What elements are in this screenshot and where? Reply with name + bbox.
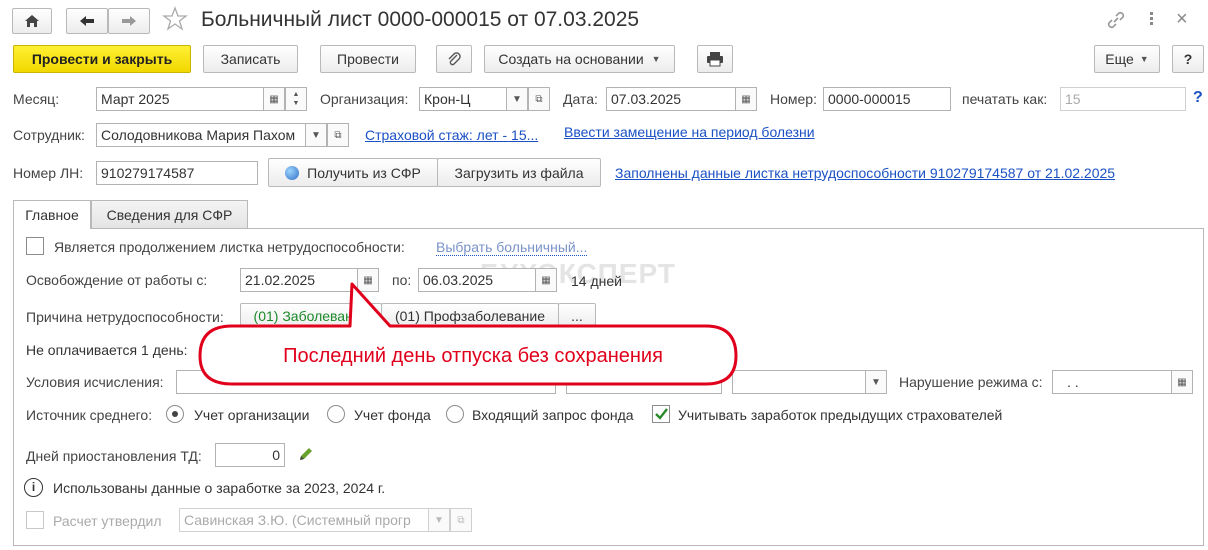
prev-insurers-label: Учитывать заработок предыдущих страховат…	[678, 407, 1003, 423]
checkmark-icon	[655, 408, 668, 420]
arrow-left-icon	[80, 16, 94, 26]
source-request-radio[interactable]	[446, 405, 464, 423]
pencil-icon[interactable]	[297, 445, 315, 466]
organization-dropdown-icon[interactable]: ▼	[506, 87, 528, 111]
source-fund-label: Учет фонда	[354, 407, 431, 423]
more-button[interactable]: Еще ▼	[1094, 45, 1160, 73]
print-as-label: печатать как:	[962, 91, 1048, 107]
calendar-icon[interactable]: ▦	[735, 87, 757, 111]
filled-data-link[interactable]: Заполнены данные листка нетрудоспособнос…	[615, 165, 1115, 181]
tab-sfr-info[interactable]: Сведения для СФР	[91, 200, 248, 228]
window-menu-icon[interactable]	[1148, 10, 1154, 30]
info-icon: i	[24, 478, 43, 497]
link-icon[interactable]	[1106, 10, 1126, 33]
conditions-label: Условия исчисления:	[26, 374, 164, 390]
employee-open-icon[interactable]: ⧉	[327, 123, 349, 147]
forward-button[interactable]	[108, 8, 150, 34]
more-label: Еще	[1105, 51, 1134, 67]
suspend-days-label: Дней приостановления ТД:	[26, 448, 202, 464]
save-button[interactable]: Записать	[203, 45, 298, 73]
help-button[interactable]: ?	[1172, 45, 1204, 73]
date-field[interactable]: 07.03.2025	[606, 87, 736, 111]
sick-leave-number-label: Номер ЛН:	[13, 165, 84, 181]
approved-dropdown-icon: ▼	[428, 508, 450, 532]
date-label: Дата:	[563, 91, 598, 107]
enter-replacement-link[interactable]: Ввести замещение на период болезни	[564, 124, 815, 140]
tab-main[interactable]: Главное	[13, 200, 91, 229]
create-based-on-button[interactable]: Создать на основании ▼	[484, 45, 675, 73]
window-title: Больничный лист 0000-000015 от 07.03.202…	[201, 8, 640, 31]
violation-label: Нарушение режима с:	[899, 374, 1043, 390]
prev-insurers-checkbox[interactable]	[652, 405, 670, 423]
home-icon	[25, 15, 39, 27]
post-and-close-button[interactable]: Провести и закрыть	[13, 45, 191, 73]
print-as-field: 15	[1060, 87, 1186, 111]
source-org-label: Учет организации	[194, 407, 310, 423]
source-request-label: Входящий запрос фонда	[472, 407, 634, 423]
callout-bubble	[198, 282, 738, 386]
close-icon[interactable]: ×	[1176, 8, 1188, 31]
favorite-star-icon[interactable]	[162, 6, 188, 35]
source-fund-radio[interactable]	[327, 405, 345, 423]
calendar-icon[interactable]: ▦	[1171, 370, 1193, 394]
month-field[interactable]: Март 2025	[96, 87, 264, 111]
organization-label: Организация:	[320, 91, 409, 107]
continuation-checkbox[interactable]	[26, 237, 44, 255]
callout-text: Последний день отпуска без сохранения	[283, 345, 663, 367]
print-button[interactable]	[697, 45, 733, 73]
printer-icon	[707, 52, 723, 67]
organization-open-icon[interactable]: ⧉	[528, 87, 550, 111]
conditions-dropdown-icon[interactable]: ▼	[865, 370, 887, 394]
help-question-icon[interactable]: ?	[1193, 89, 1203, 107]
load-from-file-button[interactable]: Загрузить из файла	[437, 158, 601, 187]
paperclip-icon	[448, 52, 461, 66]
arrow-right-icon	[122, 16, 136, 26]
number-field[interactable]: 0000-000015	[823, 87, 951, 111]
approved-by-field: Савинская З.Ю. (Системный прогр	[179, 508, 429, 532]
employee-field[interactable]: Солодовникова Мария Пахом	[96, 123, 306, 147]
create-based-on-label: Создать на основании	[498, 51, 644, 67]
month-stepper[interactable]: ▲ ▼	[285, 87, 307, 111]
month-label: Месяц:	[13, 91, 60, 107]
chevron-down-icon: ▼	[1139, 54, 1149, 64]
approved-open-icon: ⧉	[450, 508, 472, 532]
organization-field[interactable]: Крон-Ц	[419, 87, 507, 111]
sick-leave-number-field[interactable]: 910279174587	[96, 161, 258, 185]
approved-checkbox	[26, 511, 44, 529]
number-label: Номер:	[770, 91, 817, 107]
attach-button[interactable]	[436, 45, 472, 73]
home-button[interactable]	[12, 8, 52, 34]
sfr-globe-icon	[285, 165, 300, 180]
average-source-label: Источник среднего:	[26, 407, 153, 423]
unpaid-day-label: Не оплачивается 1 день:	[26, 342, 188, 358]
approved-label: Расчет утвердил	[53, 513, 162, 529]
get-from-sfr-label: Получить из СФР	[307, 164, 421, 181]
release-from-label: Освобождение от работы с:	[26, 272, 208, 288]
chevron-down-icon: ▼	[651, 54, 661, 64]
violation-date-field[interactable]: . .	[1052, 370, 1172, 394]
earnings-info-text: Использованы данные о заработке за 2023,…	[53, 480, 386, 496]
source-org-radio[interactable]	[166, 405, 184, 423]
insurance-experience-link[interactable]: Страховой стаж: лет - 15...	[365, 127, 538, 143]
suspend-days-field[interactable]: 0	[215, 443, 285, 467]
employee-dropdown-icon[interactable]: ▼	[305, 123, 327, 147]
get-from-sfr-button[interactable]: Получить из СФР	[268, 158, 438, 187]
conditions-field-3[interactable]	[732, 370, 868, 394]
post-button[interactable]: Провести	[320, 45, 416, 73]
calendar-icon[interactable]: ▦	[263, 87, 285, 111]
employee-label: Сотрудник:	[13, 127, 85, 143]
choose-sick-leave-link[interactable]: Выбрать больничный...	[436, 239, 588, 256]
continuation-label: Является продолжением листка нетрудоспос…	[54, 239, 405, 255]
back-button[interactable]	[66, 8, 108, 34]
